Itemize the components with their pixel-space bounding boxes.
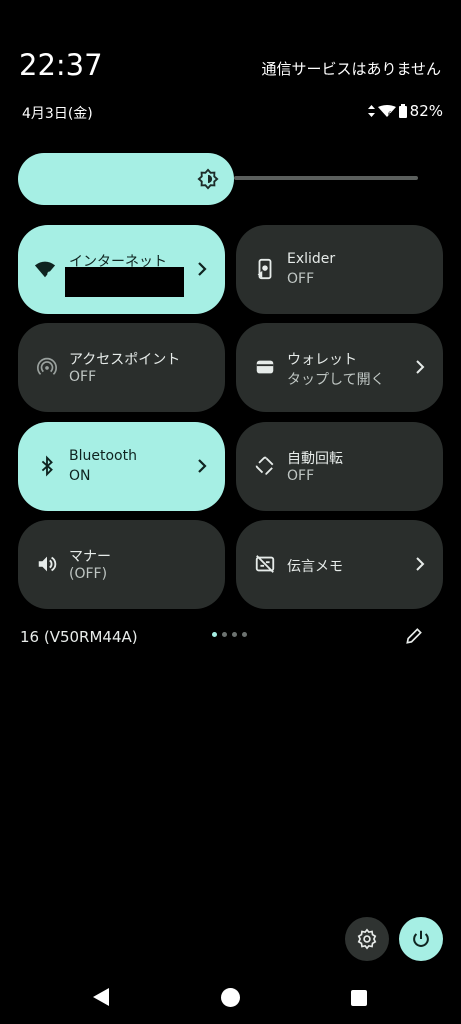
- recents-button[interactable]: [351, 990, 367, 1006]
- tile-wallet[interactable]: ウォレット タップして開く: [236, 323, 443, 412]
- tile-wallet-label: ウォレット: [287, 352, 357, 368]
- brightness-icon: [197, 168, 219, 190]
- back-icon[interactable]: [92, 987, 110, 1007]
- tile-wallet-sub: タップして開く: [287, 372, 385, 388]
- data-arrows-icon: [367, 105, 375, 117]
- voicemail-off-icon: [255, 555, 275, 573]
- tile-bluetooth-label: Bluetooth: [69, 448, 137, 464]
- redacted-ssid: [65, 267, 184, 297]
- page-dot: [212, 632, 217, 637]
- chevron-right-icon: [416, 360, 425, 374]
- build-number[interactable]: 16 (V50RM44A): [20, 628, 138, 646]
- tile-autorotate-state: OFF: [287, 468, 315, 484]
- brightness-slider-track[interactable]: [234, 176, 418, 180]
- page-dot: [242, 632, 247, 637]
- battery-percent: 82%: [409, 102, 443, 120]
- power-button[interactable]: [399, 917, 443, 961]
- tile-bluetooth[interactable]: Bluetooth ON: [18, 422, 225, 511]
- exlider-icon: [257, 258, 272, 280]
- tile-hotspot-state: OFF: [69, 369, 97, 385]
- status-icons: 6 82%: [367, 102, 443, 120]
- tile-hotspot[interactable]: アクセスポイント OFF: [18, 323, 225, 412]
- edit-pencil-icon[interactable]: [404, 626, 424, 646]
- tile-exlider-label: Exlider: [287, 251, 336, 267]
- home-button[interactable]: [221, 988, 240, 1007]
- chevron-right-icon: [416, 557, 425, 571]
- svg-text:6: 6: [47, 269, 52, 278]
- tile-autorotate-label: 自動回転: [287, 451, 343, 467]
- wallet-icon: [256, 360, 274, 374]
- tile-voicememo-label: 伝言メモ: [287, 559, 343, 575]
- tile-autorotate[interactable]: 自動回転 OFF: [236, 422, 443, 511]
- tile-hotspot-label: アクセスポイント: [69, 352, 181, 368]
- date: 4月3日(金): [22, 106, 93, 122]
- carrier-status: 通信サービスはありません: [261, 60, 441, 78]
- tile-bluetooth-state: ON: [69, 468, 91, 484]
- clock: 22:37: [19, 48, 103, 82]
- tile-manner-label: マナー: [69, 549, 111, 565]
- bluetooth-icon: [41, 455, 53, 477]
- chevron-right-icon: [198, 459, 207, 473]
- settings-button[interactable]: [345, 917, 389, 961]
- tile-exlider-state: OFF: [287, 271, 315, 287]
- tile-exlider[interactable]: Exlider OFF: [236, 225, 443, 314]
- power-icon: [413, 930, 429, 947]
- wifi-6-icon: 6: [377, 105, 396, 117]
- gear-icon: [357, 928, 377, 950]
- hotspot-icon: [37, 357, 57, 375]
- tile-voicememo[interactable]: 伝言メモ: [236, 520, 443, 609]
- tile-manner[interactable]: マナー (OFF): [18, 520, 225, 609]
- page-dot: [232, 632, 237, 637]
- chevron-right-icon: [198, 262, 207, 276]
- wifi-icon: 6: [34, 261, 56, 278]
- speaker-icon: [38, 556, 57, 572]
- tile-manner-state: (OFF): [69, 566, 108, 582]
- battery-icon: [398, 104, 407, 118]
- page-dot: [222, 632, 227, 637]
- rotate-icon: [255, 456, 275, 476]
- svg-text:6: 6: [388, 111, 392, 117]
- page-indicator: [212, 632, 247, 637]
